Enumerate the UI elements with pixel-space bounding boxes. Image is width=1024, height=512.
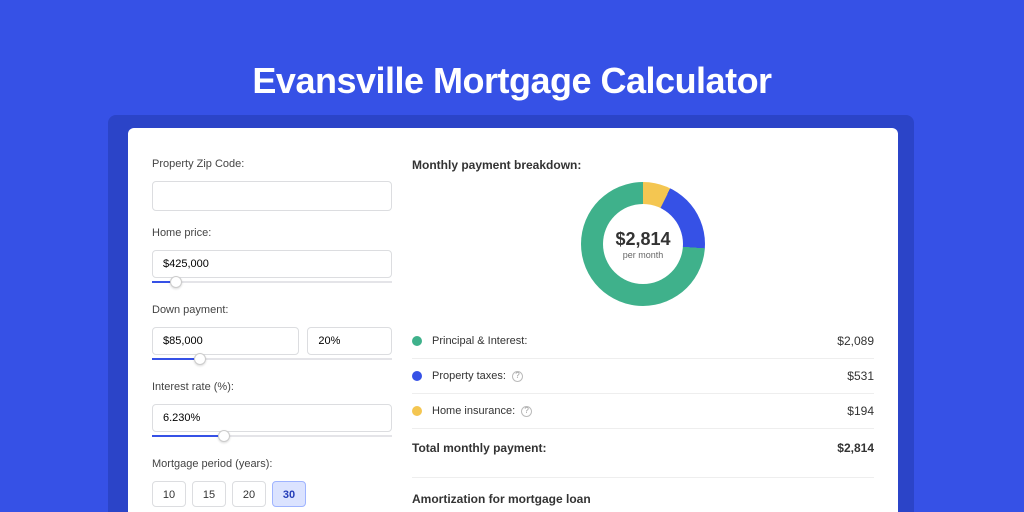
home-price-input[interactable] [152,250,392,278]
interest-rate-slider[interactable] [152,430,392,442]
slider-thumb[interactable] [170,276,182,288]
calculator-card: Property Zip Code: Home price: Down paym… [128,128,898,512]
zip-input[interactable] [152,181,392,211]
total-value: $2,814 [837,441,874,455]
divider [412,477,874,478]
legend-value: $531 [847,369,874,383]
period-option-15[interactable]: 15 [192,481,226,507]
legend-dot [412,371,422,381]
form-column: Property Zip Code: Home price: Down paym… [152,158,392,512]
amortization-title: Amortization for mortgage loan [412,492,874,506]
interest-rate-group: Interest rate (%): [152,381,392,442]
zip-label: Property Zip Code: [152,158,392,170]
period-option-30[interactable]: 30 [272,481,306,507]
legend-dot [412,336,422,346]
home-price-label: Home price: [152,227,392,239]
home-price-slider[interactable] [152,276,392,288]
legend-label: Principal & Interest: [432,335,837,347]
donut-center-sub: per month [623,250,664,260]
total-label: Total monthly payment: [412,441,837,455]
down-payment-group: Down payment: [152,304,392,365]
down-payment-slider[interactable] [152,353,392,365]
legend-value: $194 [847,404,874,418]
legend-row: Home insurance:?$194 [412,393,874,428]
legend-row: Property taxes:?$531 [412,358,874,393]
period-option-20[interactable]: 20 [232,481,266,507]
period-options: 10152030 [152,481,392,507]
period-option-10[interactable]: 10 [152,481,186,507]
slider-thumb[interactable] [218,430,230,442]
legend-value: $2,089 [837,334,874,348]
legend-dot [412,406,422,416]
slider-thumb[interactable] [194,353,206,365]
breakdown-column: Monthly payment breakdown: $2,814 per mo… [412,158,874,512]
legend-label: Home insurance:? [432,405,847,417]
legend-label: Property taxes:? [432,370,847,382]
donut-center-value: $2,814 [615,229,670,250]
info-icon[interactable]: ? [512,371,523,382]
hero: Evansville Mortgage Calculator Property … [0,0,1024,512]
breakdown-title: Monthly payment breakdown: [412,158,874,172]
zip-group: Property Zip Code: [152,158,392,211]
legend: Principal & Interest:$2,089Property taxe… [412,324,874,428]
info-icon[interactable]: ? [521,406,532,417]
down-payment-percent-input[interactable] [307,327,392,355]
interest-rate-label: Interest rate (%): [152,381,392,393]
period-label: Mortgage period (years): [152,458,392,470]
home-price-group: Home price: [152,227,392,288]
total-row: Total monthly payment: $2,814 [412,428,874,469]
page-title: Evansville Mortgage Calculator [0,60,1024,102]
down-payment-amount-input[interactable] [152,327,299,355]
down-payment-label: Down payment: [152,304,392,316]
period-group: Mortgage period (years): 10152030 [152,458,392,507]
interest-rate-input[interactable] [152,404,392,432]
legend-row: Principal & Interest:$2,089 [412,324,874,358]
donut-chart: $2,814 per month [581,182,705,306]
donut-wrap: $2,814 per month [412,182,874,306]
